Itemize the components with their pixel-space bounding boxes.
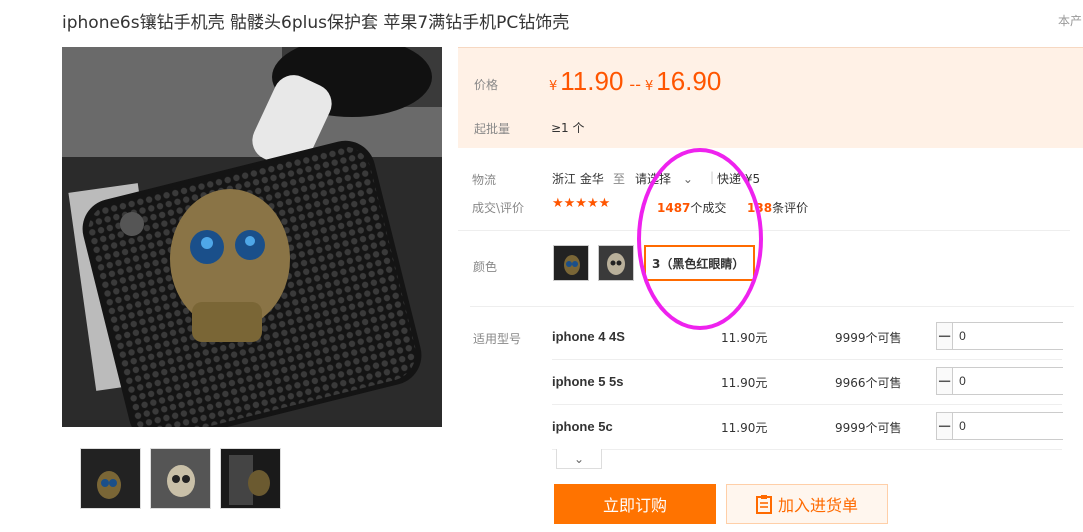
moq-label: 起批量 <box>474 122 511 136</box>
review-unit: 条评价 <box>772 201 809 215</box>
price-range: ¥ 11.90 -- ¥ 16.90 <box>549 66 721 97</box>
minus-button[interactable]: − <box>937 368 953 394</box>
divider-bar: | <box>710 170 715 184</box>
quantity-input[interactable] <box>952 323 1083 349</box>
model-name: iphone 4 4S <box>552 329 625 344</box>
price-separator: -- <box>629 75 641 94</box>
models-label: 适用型号 <box>473 332 522 346</box>
reviews-link[interactable]: 138条评价 <box>747 199 808 216</box>
table-row: iphone 5c 11.90元 9999个可售 − + <box>552 405 1083 450</box>
add-to-list-label: 加入进货单 <box>777 496 858 515</box>
reviews-label: 成交\评价 <box>472 201 525 215</box>
model-stock: 9999个可售 <box>835 421 902 435</box>
color-label: 颜色 <box>473 260 498 274</box>
model-price: 11.90元 <box>721 421 768 435</box>
destination-select[interactable]: 请选择 ⌄ <box>635 170 693 187</box>
quantity-input[interactable] <box>952 368 1083 394</box>
clipboard-icon <box>755 495 772 514</box>
model-name: iphone 5 5s <box>552 374 624 389</box>
shipping-to: 至 <box>613 172 626 186</box>
price-label: 价格 <box>474 78 499 92</box>
currency-symbol: ¥ <box>549 79 558 94</box>
model-stock: 9999个可售 <box>835 331 902 345</box>
section-divider <box>458 230 1070 231</box>
quantity-input[interactable] <box>952 413 1083 439</box>
thumbnail-image[interactable] <box>80 448 141 509</box>
currency-symbol: ¥ <box>644 79 654 94</box>
corner-note: 本产 <box>1058 14 1083 28</box>
deals-unit: 个成交 <box>690 201 727 215</box>
buy-now-button[interactable]: 立即订购 <box>554 484 716 524</box>
color-swatch-1[interactable] <box>553 245 589 281</box>
quantity-stepper: − + <box>936 322 1083 350</box>
add-to-list-button[interactable]: 加入进货单 <box>726 484 888 524</box>
minus-button[interactable]: − <box>937 413 953 439</box>
quantity-stepper: − + <box>936 367 1083 395</box>
deals-count: 1487 <box>657 201 691 215</box>
destination-select-label: 请选择 <box>635 172 672 186</box>
review-count: 138 <box>747 201 773 215</box>
color-option-selected[interactable]: 3（黑色红眼睛） <box>644 245 755 281</box>
color-swatch-2[interactable] <box>598 245 634 281</box>
price-high: 16.90 <box>656 66 722 96</box>
minus-button[interactable]: − <box>937 323 953 349</box>
deals-link[interactable]: 1487个成交 <box>657 199 726 216</box>
chevron-down-icon: ⌄ <box>573 451 585 466</box>
chevron-down-icon: ⌄ <box>682 172 693 186</box>
quantity-stepper: − + <box>936 412 1083 440</box>
moq-value: ≥1 个 <box>551 121 585 135</box>
thumbnail-image[interactable] <box>150 448 211 509</box>
model-name: iphone 5c <box>552 419 613 434</box>
shipping-origin: 浙江 金华 <box>552 172 604 186</box>
logistics-label: 物流 <box>472 173 497 187</box>
product-title: iphone6s镶钻手机壳 骷髅头6plus保护套 苹果7满钻手机PC钻饰壳 <box>62 13 570 33</box>
price-low: 11.90 <box>560 66 624 96</box>
table-row: iphone 4 4S 11.90元 9999个可售 − + <box>552 315 1083 360</box>
rating-stars: ★★★★★ <box>552 196 611 211</box>
model-price: 11.90元 <box>721 376 768 390</box>
model-price: 11.90元 <box>721 331 768 345</box>
product-main-image[interactable] <box>62 47 442 427</box>
thumbnail-image[interactable] <box>220 448 281 509</box>
table-row: iphone 5 5s 11.90元 9966个可售 − + <box>552 360 1083 405</box>
model-stock: 9966个可售 <box>835 376 902 390</box>
section-divider <box>470 306 1074 307</box>
thumbnail-strip <box>80 448 281 509</box>
shipping-fee: 快递 ¥5 <box>717 172 761 186</box>
expand-models-button[interactable]: ⌄ <box>556 449 602 469</box>
